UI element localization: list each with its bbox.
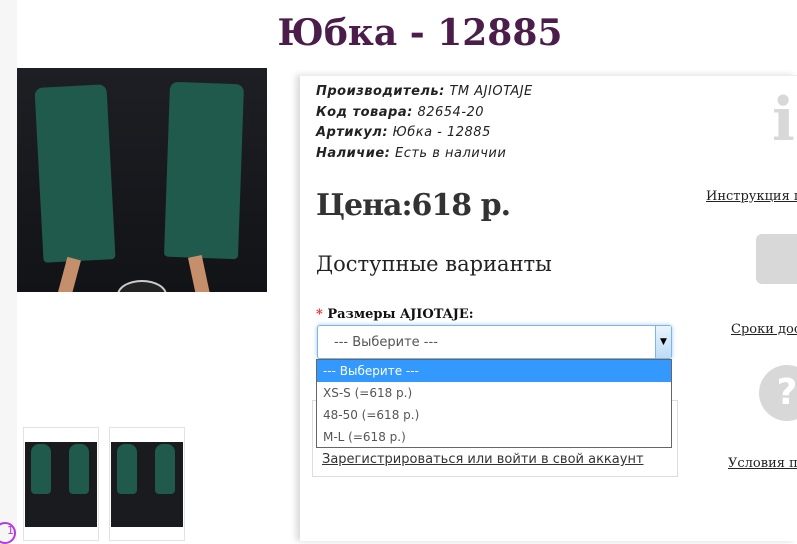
page-title: Юбка - 12885	[277, 12, 563, 54]
product-code: 82654-20	[417, 104, 485, 120]
instruction-link[interactable]: Инструкция п	[706, 189, 797, 204]
size-option[interactable]: --- Выберите ---	[317, 360, 671, 382]
size-option[interactable]: XS-S (=618 р.)	[317, 382, 671, 404]
size-dropdown-list[interactable]: --- Выберите --- XS-S (=618 р.) 48-50 (=…	[316, 359, 672, 448]
product-info: Производитель: ТМ AJIOTAJE Код товара: 8…	[316, 84, 533, 161]
truck-icon	[756, 234, 797, 284]
brand-logo	[117, 280, 167, 292]
thumbnail[interactable]	[109, 427, 185, 541]
price: Цена:618 р.	[316, 188, 511, 223]
product-main-image[interactable]	[17, 68, 267, 292]
manufacturer: ТМ AJIOTAJE	[449, 84, 533, 99]
thumbnail[interactable]	[23, 427, 99, 541]
stock-status: Есть в наличии	[394, 145, 507, 161]
article: Юбка - 12885	[392, 125, 491, 140]
conditions-link[interactable]: Условия п	[728, 456, 797, 471]
size-label: * Размеры AJIOTAJE:	[316, 307, 474, 322]
options-heading: Доступные варианты	[316, 252, 552, 276]
delivery-link[interactable]: Сроки дос	[731, 322, 797, 337]
left-strip	[0, 0, 17, 541]
info-icon: i	[772, 85, 795, 155]
size-option[interactable]: 48-50 (=618 р.)	[317, 404, 671, 426]
size-select[interactable]: --- Выберите --- ▼	[317, 325, 672, 359]
chevron-down-icon[interactable]: ▼	[655, 326, 671, 358]
register-link[interactable]: Зарегистрироваться или войти в свой акка…	[322, 452, 644, 467]
size-option[interactable]: M-L (=618 р.)	[317, 426, 671, 448]
